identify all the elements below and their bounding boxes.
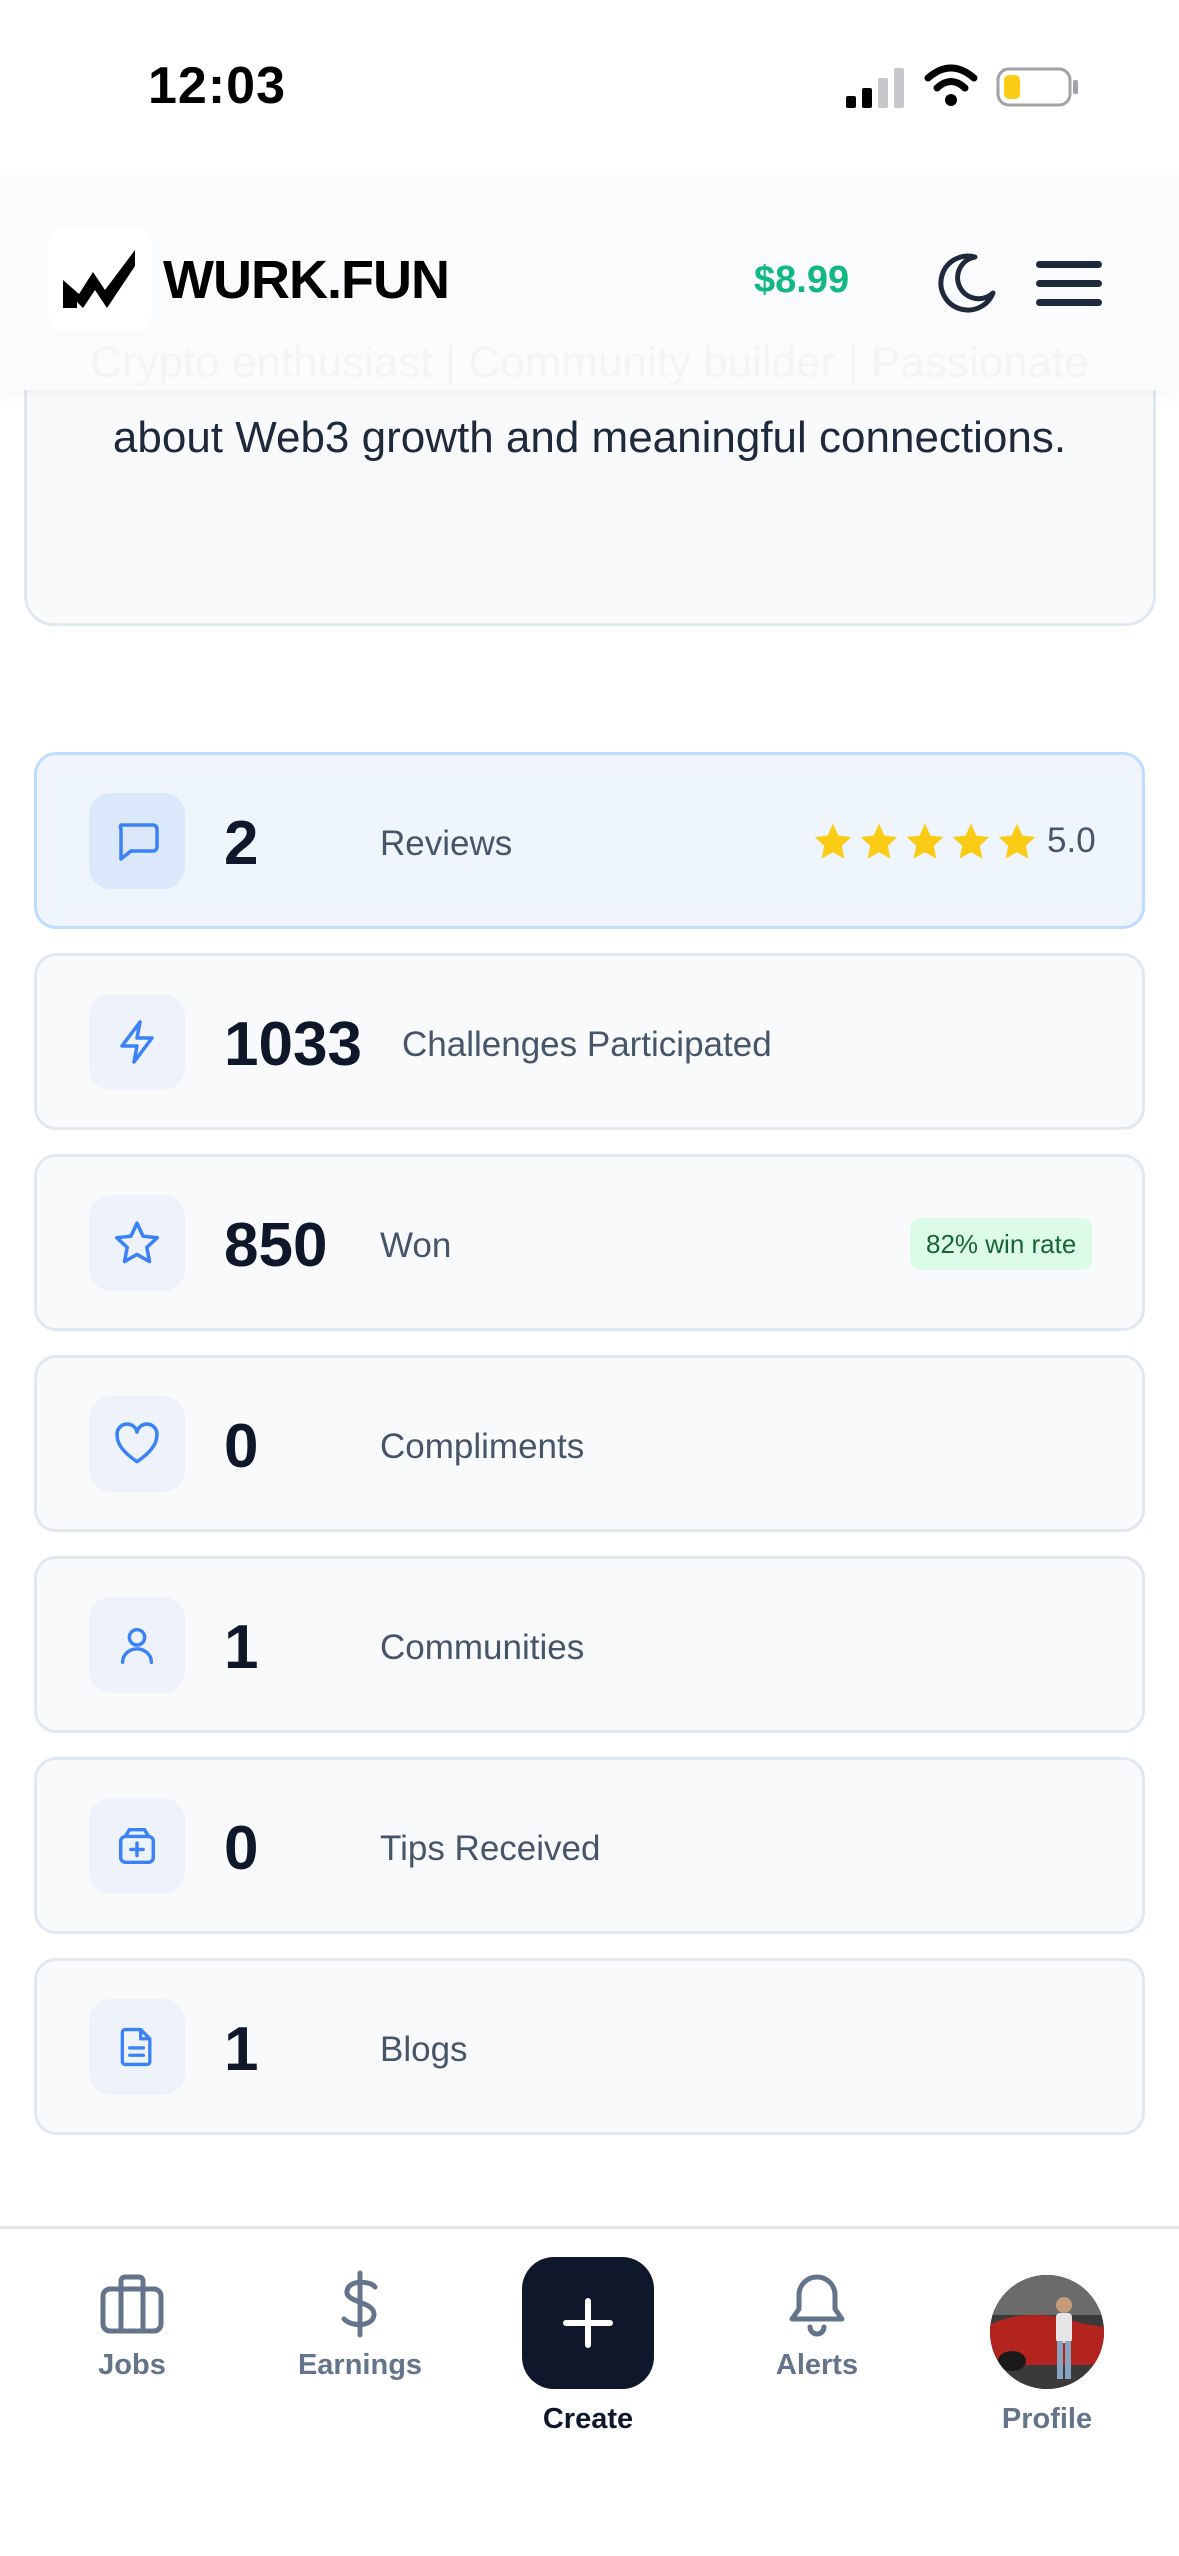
document-icon [89,1999,185,2095]
nav-jobs[interactable]: Jobs [42,2269,222,2382]
logo-icon [63,250,135,308]
wifi-icon [924,64,978,106]
dark-mode-toggle-icon[interactable] [935,251,999,315]
nav-profile-label: Profile [1001,2403,1093,2435]
star-filled-icon [952,823,990,859]
status-bar: 12:03 [0,0,1179,175]
stat-label: Won [380,1226,452,1265]
star-filled-icon [906,823,944,859]
star-filled-icon [860,823,898,859]
nav-earnings[interactable]: Earnings [270,2269,450,2382]
bell-icon [789,2274,845,2337]
stat-value: 1 [224,2015,259,2084]
star-filled-icon [998,823,1036,859]
profile-avatar[interactable] [990,2275,1104,2389]
status-time: 12:03 [148,57,286,115]
nav-earnings-label: Earnings [297,2349,423,2381]
app-header: WURK.FUN $8.99 [0,175,1179,390]
stat-value: 850 [224,1211,328,1280]
stat-label: Tips Received [380,1829,601,1868]
heart-icon [89,1396,185,1492]
avatar-photo [990,2275,1104,2389]
stat-label: Challenges Participated [402,1025,772,1064]
lightning-icon [89,994,185,1090]
plus-icon [563,2298,613,2348]
stat-label: Reviews [380,824,513,863]
nav-create-label: Create [542,2403,634,2435]
stat-label: Compliments [380,1427,585,1466]
nav-jobs-label: Jobs [98,2349,166,2381]
briefcase-icon [100,2274,164,2334]
stat-card-won[interactable]: 850 Won 82% win rate [34,1154,1145,1331]
stat-value: 1 [224,1613,259,1682]
wallet-balance[interactable]: $8.99 [754,259,849,302]
stat-value: 0 [224,1814,259,1883]
bottom-nav: Jobs Earnings Create Alerts Profile [0,2226,1179,2556]
stat-value: 1033 [224,1010,362,1079]
stat-card-tips[interactable]: 0 Tips Received [34,1757,1145,1934]
stat-label: Communities [380,1628,585,1667]
stat-label: Blogs [380,2030,468,2069]
gift-box-icon [89,1798,185,1894]
stat-card-compliments[interactable]: 0 Compliments [34,1355,1145,1532]
stat-value: 0 [224,1412,259,1481]
rating-value: 5.0 [1047,821,1096,860]
create-button[interactable] [522,2257,654,2389]
stat-card-communities[interactable]: 1 Communities [34,1556,1145,1733]
win-rate-badge: 82% win rate [910,1218,1093,1270]
nav-alerts-label: Alerts [775,2349,859,2381]
hamburger-menu-icon[interactable] [1034,255,1104,311]
stat-card-blogs[interactable]: 1 Blogs [34,1958,1145,2135]
stat-value: 2 [224,809,259,878]
stat-card-reviews[interactable]: 2 Reviews 5.0 [34,752,1145,929]
rating-stars [811,820,1039,864]
dollar-icon [341,2270,378,2338]
stat-card-challenges[interactable]: 1033 Challenges Participated [34,953,1145,1130]
chat-bubble-icon [89,793,185,889]
star-icon [89,1195,185,1291]
logo[interactable] [48,227,152,331]
battery-icon [996,67,1078,107]
star-filled-icon [814,823,852,859]
user-icon [89,1597,185,1693]
logo-text: WURK.FUN [163,250,450,310]
cellular-signal-icon [846,68,904,108]
nav-alerts[interactable]: Alerts [727,2269,907,2382]
